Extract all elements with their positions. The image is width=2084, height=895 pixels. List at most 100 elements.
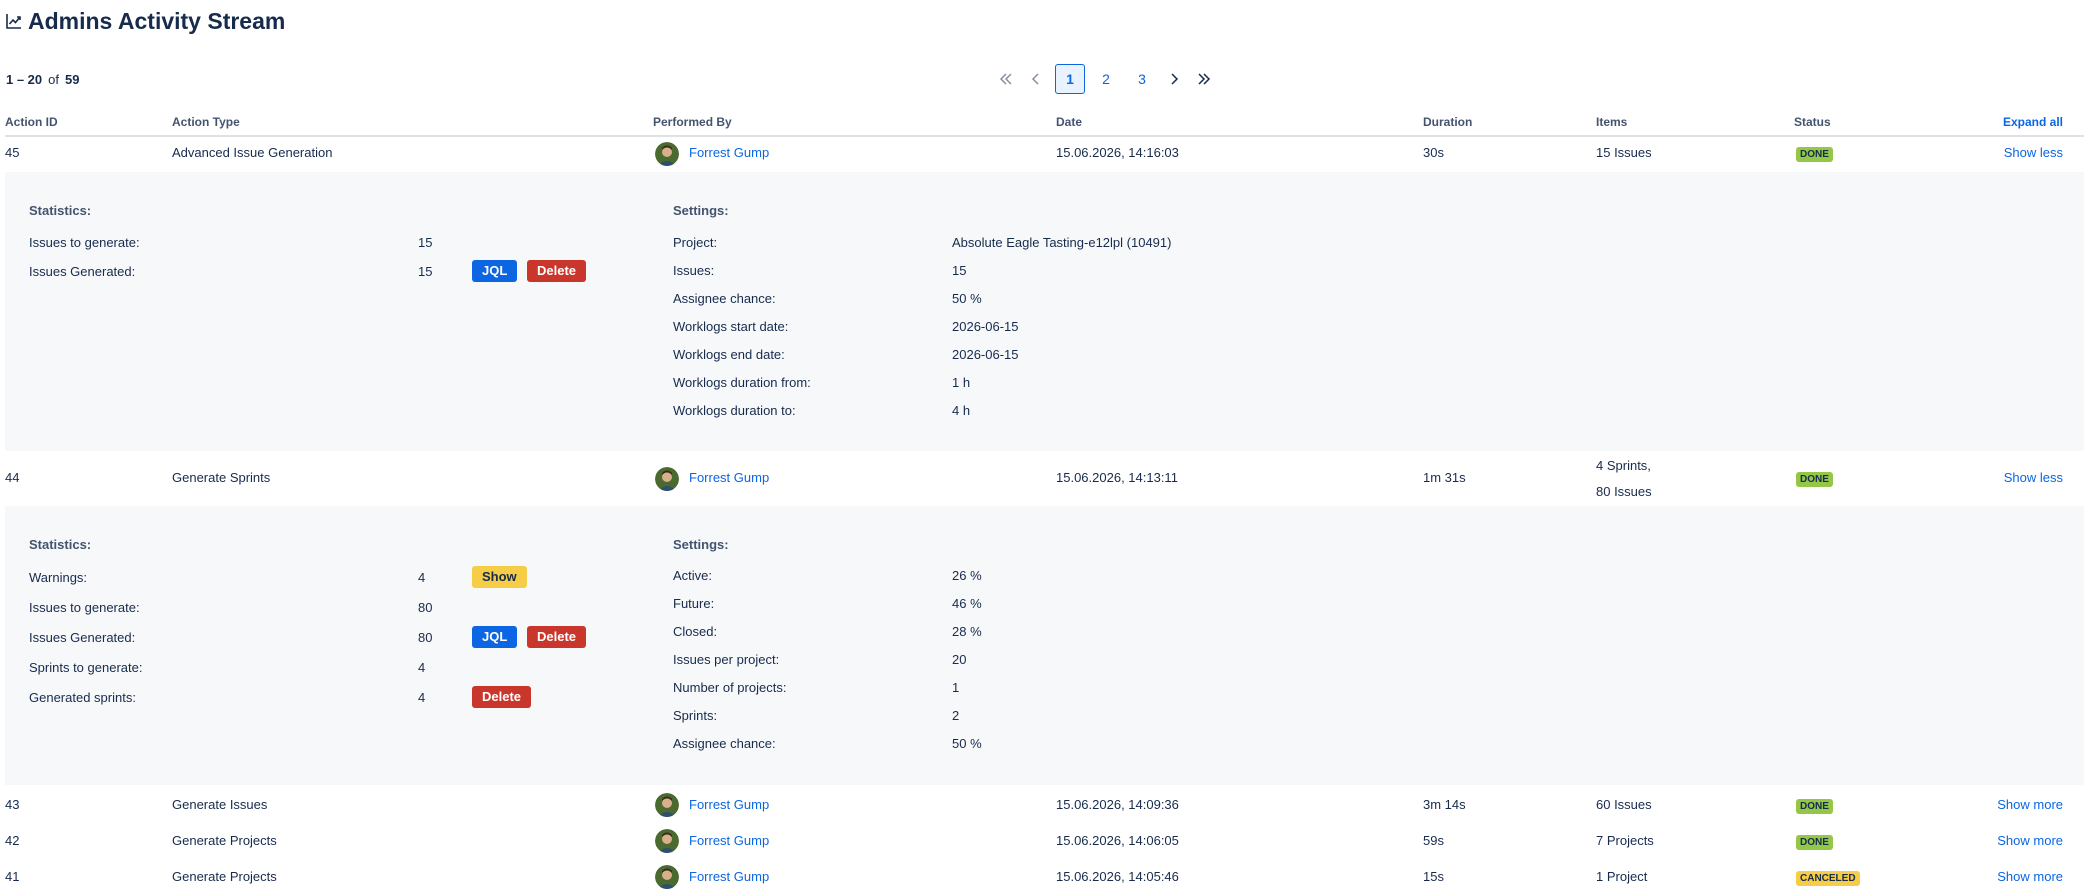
- stat-label: Issues to generate:: [29, 600, 140, 615]
- range-from-to: 1 – 20: [6, 72, 43, 87]
- table-header: Action ID Action Type Performed By Date …: [5, 112, 2084, 137]
- page-1-button[interactable]: 1: [1055, 64, 1085, 94]
- show-less-link[interactable]: Show less: [2004, 470, 2063, 485]
- date-cell: 15.06.2026, 14:06:05: [1056, 833, 1179, 848]
- avatar: [655, 829, 679, 853]
- prev-page-button[interactable]: [1025, 68, 1047, 90]
- stat-label: Warnings:: [29, 570, 88, 585]
- table-row: 44 Generate Sprints Forrest Gump 15.06.2…: [5, 452, 2084, 504]
- stat-value: 15: [418, 264, 433, 279]
- setting-label: Sprints:: [673, 708, 718, 723]
- setting-value: 15: [952, 263, 967, 278]
- page-title: Admins Activity Stream: [28, 7, 286, 34]
- status-badge: DONE: [1796, 835, 1833, 850]
- setting-label: Assignee chance:: [673, 736, 776, 751]
- setting-value: Absolute Eagle Tasting-e12lpl (10491): [952, 235, 1172, 250]
- table-row: 45 Advanced Issue Generation Forrest Gum…: [5, 142, 2084, 171]
- action-id-cell: 42: [5, 833, 20, 848]
- performed-by-link[interactable]: Forrest Gump: [689, 869, 769, 884]
- avatar: [655, 793, 679, 817]
- status-badge: CANCELED: [1796, 871, 1860, 886]
- performed-by-link[interactable]: Forrest Gump: [689, 470, 769, 485]
- jql-button[interactable]: JQL: [472, 626, 518, 648]
- page-3-button[interactable]: 3: [1127, 64, 1157, 94]
- setting-label: Future:: [673, 596, 715, 611]
- avatar: [655, 467, 679, 491]
- settings-heading: Settings:: [673, 203, 729, 218]
- avatar: [655, 865, 679, 889]
- user-avatar-icon: [655, 467, 679, 491]
- action-type-cell: Generate Projects: [172, 833, 277, 848]
- delete-sprints-button[interactable]: Delete: [472, 686, 532, 708]
- user-avatar-icon: [655, 142, 679, 166]
- table-row: 42 Generate Projects Forrest Gump 15.06.…: [5, 829, 2084, 859]
- performed-by-link[interactable]: Forrest Gump: [689, 145, 769, 160]
- column-date[interactable]: Date: [1056, 115, 1082, 129]
- page-2-button[interactable]: 2: [1091, 64, 1121, 94]
- result-range: 1 – 20 of 59: [6, 72, 79, 87]
- show-less-link[interactable]: Show less: [2004, 145, 2063, 160]
- stat-label: Generated sprints:: [29, 690, 136, 705]
- delete-button[interactable]: Delete: [527, 260, 587, 282]
- jql-button[interactable]: JQL: [472, 260, 518, 282]
- column-status[interactable]: Status: [1794, 115, 1831, 129]
- show-warnings-button[interactable]: Show: [472, 566, 527, 588]
- status-badge: DONE: [1796, 147, 1833, 162]
- double-chevron-right-icon: [1198, 73, 1211, 85]
- setting-value: 1: [952, 680, 960, 695]
- column-performed-by[interactable]: Performed By: [653, 115, 732, 129]
- stat-label: Issues to generate:: [29, 235, 140, 250]
- statistics-heading: Statistics:: [29, 203, 92, 218]
- column-duration[interactable]: Duration: [1423, 115, 1472, 129]
- show-more-link[interactable]: Show more: [1997, 869, 2063, 884]
- duration-cell: 3m 14s: [1423, 797, 1466, 812]
- stat-value: 80: [418, 630, 433, 645]
- setting-value: 50 %: [952, 736, 982, 751]
- setting-label: Worklogs duration to:: [673, 403, 796, 418]
- action-id-cell: 43: [5, 797, 20, 812]
- page-header: Admins Activity Stream: [6, 6, 285, 36]
- activity-stream-page: Admins Activity Stream 1 – 20 of 59 1 2 3: [0, 0, 2084, 895]
- setting-value: 2026-06-15: [952, 319, 1019, 334]
- last-page-button[interactable]: [1193, 68, 1215, 90]
- action-details-44: Statistics: Warnings: 4 Show Issues to g…: [5, 506, 2084, 785]
- date-cell: 15.06.2026, 14:05:46: [1056, 869, 1179, 884]
- setting-value: 2: [952, 708, 960, 723]
- column-items[interactable]: Items: [1596, 115, 1627, 129]
- items-cell: 7 Projects: [1596, 833, 1654, 848]
- items-cell-line-2: 80 Issues: [1596, 484, 1652, 499]
- setting-label: Number of projects:: [673, 680, 787, 695]
- first-page-button[interactable]: [995, 68, 1017, 90]
- performed-by-link[interactable]: Forrest Gump: [689, 833, 769, 848]
- setting-label: Issues:: [673, 263, 715, 278]
- delete-issues-button[interactable]: Delete: [527, 626, 587, 648]
- table-row: 43 Generate Issues Forrest Gump 15.06.20…: [5, 793, 2084, 823]
- setting-label: Worklogs start date:: [673, 319, 789, 334]
- setting-value: 2026-06-15: [952, 347, 1019, 362]
- show-more-link[interactable]: Show more: [1997, 797, 2063, 812]
- column-action-id[interactable]: Action ID: [5, 115, 58, 129]
- avatar: [655, 142, 679, 166]
- show-more-link[interactable]: Show more: [1997, 833, 2063, 848]
- column-action-type[interactable]: Action Type: [172, 115, 240, 129]
- action-id-cell: 45: [5, 145, 20, 160]
- setting-label: Closed:: [673, 624, 718, 639]
- items-cell: 15 Issues: [1596, 145, 1652, 160]
- stat-label: Sprints to generate:: [29, 660, 143, 675]
- stat-label: Issues Generated:: [29, 630, 136, 645]
- action-details-45: Statistics: Issues to generate: 15 Issue…: [5, 172, 2084, 451]
- expand-all-button[interactable]: Expand all: [2003, 115, 2063, 129]
- setting-value: 50 %: [952, 291, 982, 306]
- setting-label: Worklogs duration from:: [673, 375, 811, 390]
- next-page-button[interactable]: [1163, 68, 1185, 90]
- action-type-cell: Generate Projects: [172, 869, 277, 884]
- setting-value: 28 %: [952, 624, 982, 639]
- date-cell: 15.06.2026, 14:16:03: [1056, 145, 1179, 160]
- stat-value: 15: [418, 235, 433, 250]
- table-row: 41 Generate Projects Forrest Gump 15.06.…: [5, 865, 2084, 895]
- line-chart-icon: [6, 14, 21, 29]
- performed-by-link[interactable]: Forrest Gump: [689, 797, 769, 812]
- stat-label: Issues Generated:: [29, 264, 136, 279]
- status-badge: DONE: [1796, 799, 1833, 814]
- range-of-label: of: [48, 72, 59, 87]
